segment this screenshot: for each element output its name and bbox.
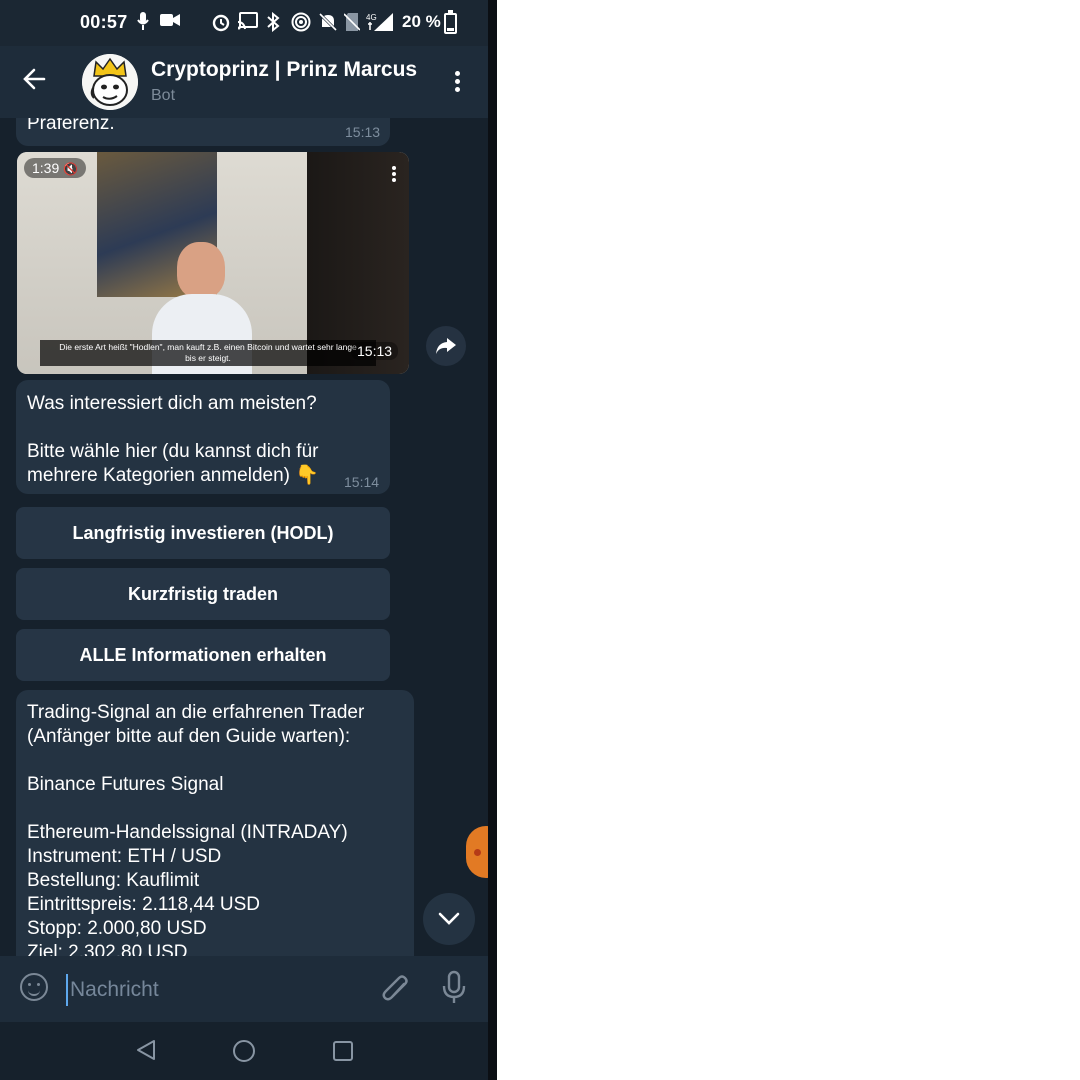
video-message[interactable]: 1:39 🔇 Die erste Art heißt "Hodlen", man… [17, 152, 409, 374]
message-bubble: Trading-Signal an die erfahrenen Trader … [16, 690, 414, 956]
more-menu-icon[interactable] [447, 68, 467, 98]
message-time: 15:14 [344, 474, 380, 490]
message-input[interactable] [66, 974, 372, 1006]
nav-back-icon[interactable] [136, 1039, 156, 1061]
chat-subtitle: Bot [151, 87, 176, 104]
floating-widget[interactable] [466, 826, 488, 878]
nav-home-icon[interactable] [233, 1040, 255, 1062]
hotspot-icon [291, 12, 311, 38]
mute-icon [318, 12, 338, 38]
telegram-screen: 00:57 4G 20 % Cryptoprinz | Prinz Marcus… [0, 0, 488, 1080]
inline-button-hodl[interactable]: Langfristig investieren (HODL) [16, 507, 390, 559]
message-text: Was interessiert dich am meisten? Bitte … [27, 393, 319, 486]
phone-edge [488, 0, 497, 1080]
cast-icon [237, 12, 258, 36]
message-text: Trading-Signal an die erfahrenen Trader … [27, 702, 365, 956]
forward-icon[interactable] [426, 326, 466, 366]
message-text: Präferenz. [27, 118, 115, 134]
inline-button-trade[interactable]: Kurzfristig traden [16, 568, 390, 620]
message-time: 15:13 [351, 342, 399, 360]
video-subtitle: Die erste Art heißt "Hodlen", man kauft … [40, 340, 376, 366]
mic-icon [137, 12, 149, 36]
status-time: 00:57 [80, 12, 128, 32]
message-time: 15:13 [345, 124, 381, 140]
no-sim-icon [343, 12, 361, 38]
4g-signal-icon: 4G [366, 12, 394, 38]
muted-speaker-icon[interactable]: 🔇 [63, 162, 78, 176]
attach-icon[interactable] [380, 972, 412, 1006]
message-bubble: Was interessiert dich am meisten? Bitte … [16, 380, 390, 494]
message-list[interactable]: Präferenz. 15:13 1:39 🔇 Die erste Art he… [0, 118, 488, 956]
mic-icon[interactable] [440, 970, 468, 1006]
emoji-icon[interactable] [20, 973, 48, 1001]
back-arrow-icon[interactable] [22, 66, 52, 96]
bluetooth-icon [266, 11, 280, 38]
message-composer [0, 956, 488, 1022]
alarm-icon [211, 12, 231, 38]
chevron-down-icon [438, 912, 460, 925]
bot-avatar[interactable] [82, 54, 138, 110]
svg-text:4G: 4G [366, 13, 377, 22]
video-duration[interactable]: 1:39 🔇 [24, 158, 87, 178]
scroll-down-button[interactable] [423, 893, 475, 945]
video-icon [160, 12, 180, 34]
video-more-icon[interactable] [390, 164, 398, 188]
chat-title[interactable]: Cryptoprinz | Prinz Marcus [151, 58, 417, 82]
nav-recents-icon[interactable] [333, 1041, 353, 1061]
system-nav-bar [0, 1022, 488, 1080]
message-bubble: Präferenz. 15:13 [16, 118, 390, 146]
phone-frame: 00:57 4G 20 % Cryptoprinz | Prinz Marcus… [0, 0, 497, 1080]
chat-header: Cryptoprinz | Prinz Marcus Bot [0, 46, 488, 118]
status-bar: 00:57 4G 20 % [0, 0, 488, 46]
inline-button-all-info[interactable]: ALLE Informationen erhalten [16, 629, 390, 681]
battery-icon [444, 10, 457, 34]
battery-percent: 20 % [402, 12, 441, 31]
